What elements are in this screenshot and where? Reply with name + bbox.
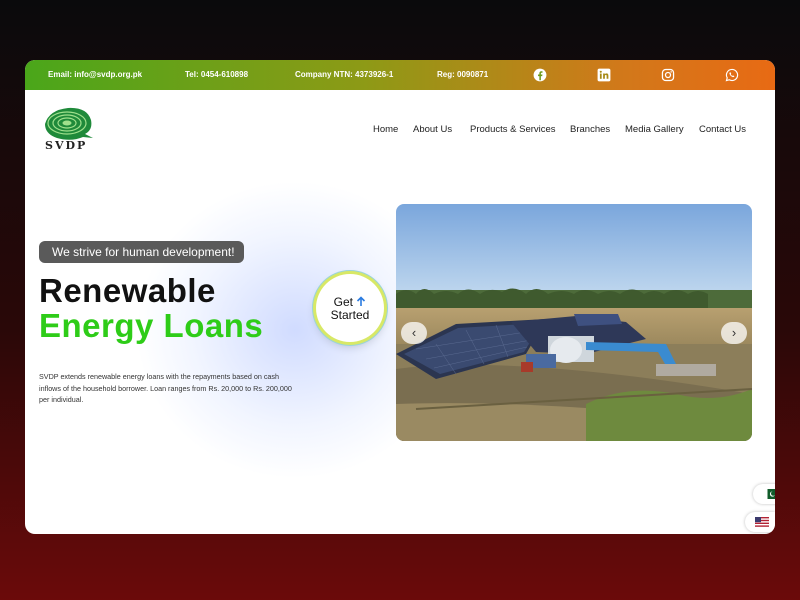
reg-value: 0090871 bbox=[457, 70, 489, 79]
get-started-button[interactable]: Get Started bbox=[316, 274, 384, 342]
hero-tagline: We strive for human development! bbox=[39, 241, 244, 263]
solar-farm-image bbox=[396, 204, 752, 441]
linkedin-icon[interactable] bbox=[597, 68, 611, 82]
slider-prev-button[interactable]: ‹ bbox=[401, 322, 427, 344]
get-started-line2: Started bbox=[330, 308, 370, 322]
instagram-icon[interactable] bbox=[661, 68, 675, 82]
email-label: Email: bbox=[48, 70, 73, 79]
get-started-label: Get bbox=[333, 295, 353, 309]
reg-info: Reg: 0090871 bbox=[437, 70, 488, 79]
top-info-bar: Email: info@svdp.org.pk Tel: 0454-610898… bbox=[25, 60, 775, 90]
nav-products-services[interactable]: Products & Services bbox=[470, 124, 556, 135]
hero-title-line1: Renewable bbox=[39, 272, 216, 309]
slider-next-button[interactable]: › bbox=[721, 322, 747, 344]
tel-link[interactable]: 0454-610898 bbox=[201, 70, 248, 79]
us-flag-icon bbox=[755, 517, 769, 527]
whatsapp-icon[interactable] bbox=[725, 68, 739, 82]
email-info[interactable]: Email: info@svdp.org.pk bbox=[48, 70, 142, 79]
pakistan-flag-icon bbox=[764, 489, 775, 499]
tel-label: Tel: bbox=[185, 70, 199, 79]
tel-info[interactable]: Tel: 0454-610898 bbox=[185, 70, 248, 79]
nav-contact-us[interactable]: Contact Us bbox=[699, 124, 746, 135]
facebook-icon[interactable] bbox=[533, 68, 547, 82]
hero-image-slider[interactable]: ‹ › bbox=[396, 204, 752, 441]
hero-description: SVDP extends renewable energy loans with… bbox=[39, 372, 292, 404]
language-switch-english[interactable] bbox=[745, 512, 775, 532]
nav-home[interactable]: Home bbox=[373, 124, 398, 135]
browser-page: Email: info@svdp.org.pk Tel: 0454-610898… bbox=[25, 60, 775, 534]
nav-branches[interactable]: Branches bbox=[570, 124, 610, 135]
hero-title-line2: Energy Loans bbox=[39, 307, 264, 344]
brand-name: SVDP bbox=[45, 139, 88, 152]
arrow-up-icon bbox=[357, 296, 366, 306]
reg-label: Reg: bbox=[437, 70, 455, 79]
nav-about-us[interactable]: About Us bbox=[413, 124, 452, 135]
email-link[interactable]: info@svdp.org.pk bbox=[74, 70, 142, 79]
ntn-label: Company NTN: bbox=[295, 70, 353, 79]
ntn-value: 4373926-1 bbox=[355, 70, 394, 79]
nav-media-gallery[interactable]: Media Gallery bbox=[625, 124, 684, 135]
ntn-info: Company NTN: 4373926-1 bbox=[295, 70, 393, 79]
language-switch-pakistan[interactable] bbox=[753, 484, 775, 504]
